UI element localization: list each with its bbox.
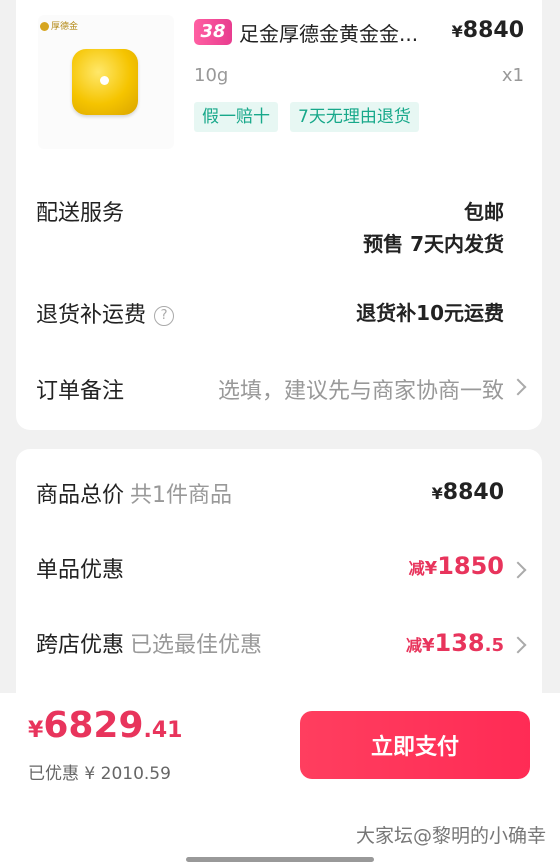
item-discount-amount: 1850 bbox=[437, 552, 504, 580]
return-shipping-label-text: 退货补运费 bbox=[36, 303, 147, 328]
gold-bar-hole bbox=[100, 76, 109, 85]
payable-int: 6829 bbox=[43, 705, 144, 746]
total-price-label: 商品总价 共1件商品 bbox=[36, 477, 232, 509]
total-price-amount: 8840 bbox=[442, 480, 504, 505]
return-shipping-label: 退货补运费? bbox=[36, 297, 175, 329]
product-title[interactable]: 足金厚德金黄金金... bbox=[239, 18, 418, 47]
brand-logo-icon bbox=[40, 22, 49, 31]
return-shipping-value: 退货补10元运费 bbox=[356, 301, 504, 325]
item-discount-label: 单品优惠 bbox=[36, 558, 125, 583]
checkout-bar: ¥6829.41 已优惠 ¥ 2010.59 立即支付 大家坛@黎明的小确幸 bbox=[0, 693, 560, 865]
product-quantity: x1 bbox=[501, 65, 524, 86]
tag-7day-return: 7天无理由退货 bbox=[290, 102, 419, 132]
item-discount-symbol: ¥ bbox=[424, 558, 438, 579]
price-value: 8840 bbox=[462, 18, 524, 43]
price-summary-card: 商品总价 共1件商品 ¥8840 单品优惠 减¥1850 跨店优惠 已选最佳优惠 减… bbox=[16, 449, 542, 709]
product-spec: 10g bbox=[194, 65, 229, 86]
cross-store-discount-label: 跨店优惠 已选最佳优惠 bbox=[36, 627, 262, 659]
saved-amount: 已优惠 ¥ 2010.59 bbox=[28, 764, 171, 784]
product-price: ¥8840 bbox=[452, 18, 524, 43]
watermark: 大家坛@黎明的小确幸 bbox=[355, 825, 546, 847]
cross-store-discount-prefix: 减 bbox=[405, 636, 422, 655]
delivery-free-shipping: 包邮 bbox=[464, 200, 504, 224]
promo-38-badge: 38 bbox=[194, 19, 232, 45]
total-price-symbol: ¥ bbox=[431, 484, 443, 503]
delivery-label: 配送服务 bbox=[36, 201, 125, 226]
order-note-input[interactable]: 选填，建议先与商家协商一致 bbox=[218, 373, 504, 405]
price-symbol: ¥ bbox=[451, 22, 463, 41]
tag-fake-compensation: 假一赔十 bbox=[194, 102, 278, 132]
cross-store-discount-value[interactable]: 减¥138.5 bbox=[406, 629, 504, 657]
chevron-right-icon[interactable] bbox=[509, 636, 527, 654]
item-discount-value[interactable]: 减¥1850 bbox=[409, 552, 504, 580]
brand-mark: 厚德金 bbox=[40, 19, 78, 32]
item-count: 共1件商品 bbox=[130, 483, 233, 508]
best-discount-selected: 已选最佳优惠 bbox=[130, 633, 263, 658]
payable-symbol: ¥ bbox=[28, 718, 44, 743]
cross-store-discount-dec: .5 bbox=[484, 635, 504, 656]
home-indicator[interactable] bbox=[186, 857, 374, 862]
delivery-presale: 预售 7天内发货 bbox=[363, 232, 504, 256]
order-note-label: 订单备注 bbox=[36, 379, 125, 404]
gold-bar-image bbox=[72, 49, 138, 115]
help-icon[interactable]: ? bbox=[154, 306, 175, 326]
cross-store-discount-int: 138 bbox=[434, 629, 485, 657]
total-price-label-text: 商品总价 bbox=[36, 483, 125, 508]
total-price-value: ¥8840 bbox=[432, 480, 504, 505]
chevron-right-icon[interactable] bbox=[509, 561, 527, 579]
brand-mark-text: 厚德金 bbox=[51, 22, 79, 32]
pay-now-button[interactable]: 立即支付 bbox=[300, 711, 530, 779]
item-discount-prefix: 减 bbox=[408, 559, 425, 578]
chevron-right-icon[interactable] bbox=[509, 378, 527, 396]
payable-dec: .41 bbox=[143, 718, 183, 743]
product-thumbnail[interactable]: 厚德金 bbox=[38, 15, 174, 149]
cross-store-discount-label-text: 跨店优惠 bbox=[36, 633, 125, 658]
order-card: 厚德金 38 足金厚德金黄金金... ¥8840 10g x1 假一赔十 7天无… bbox=[16, 0, 542, 430]
payable-total: ¥6829.41 bbox=[28, 705, 183, 746]
cross-store-discount-symbol: ¥ bbox=[421, 635, 435, 656]
